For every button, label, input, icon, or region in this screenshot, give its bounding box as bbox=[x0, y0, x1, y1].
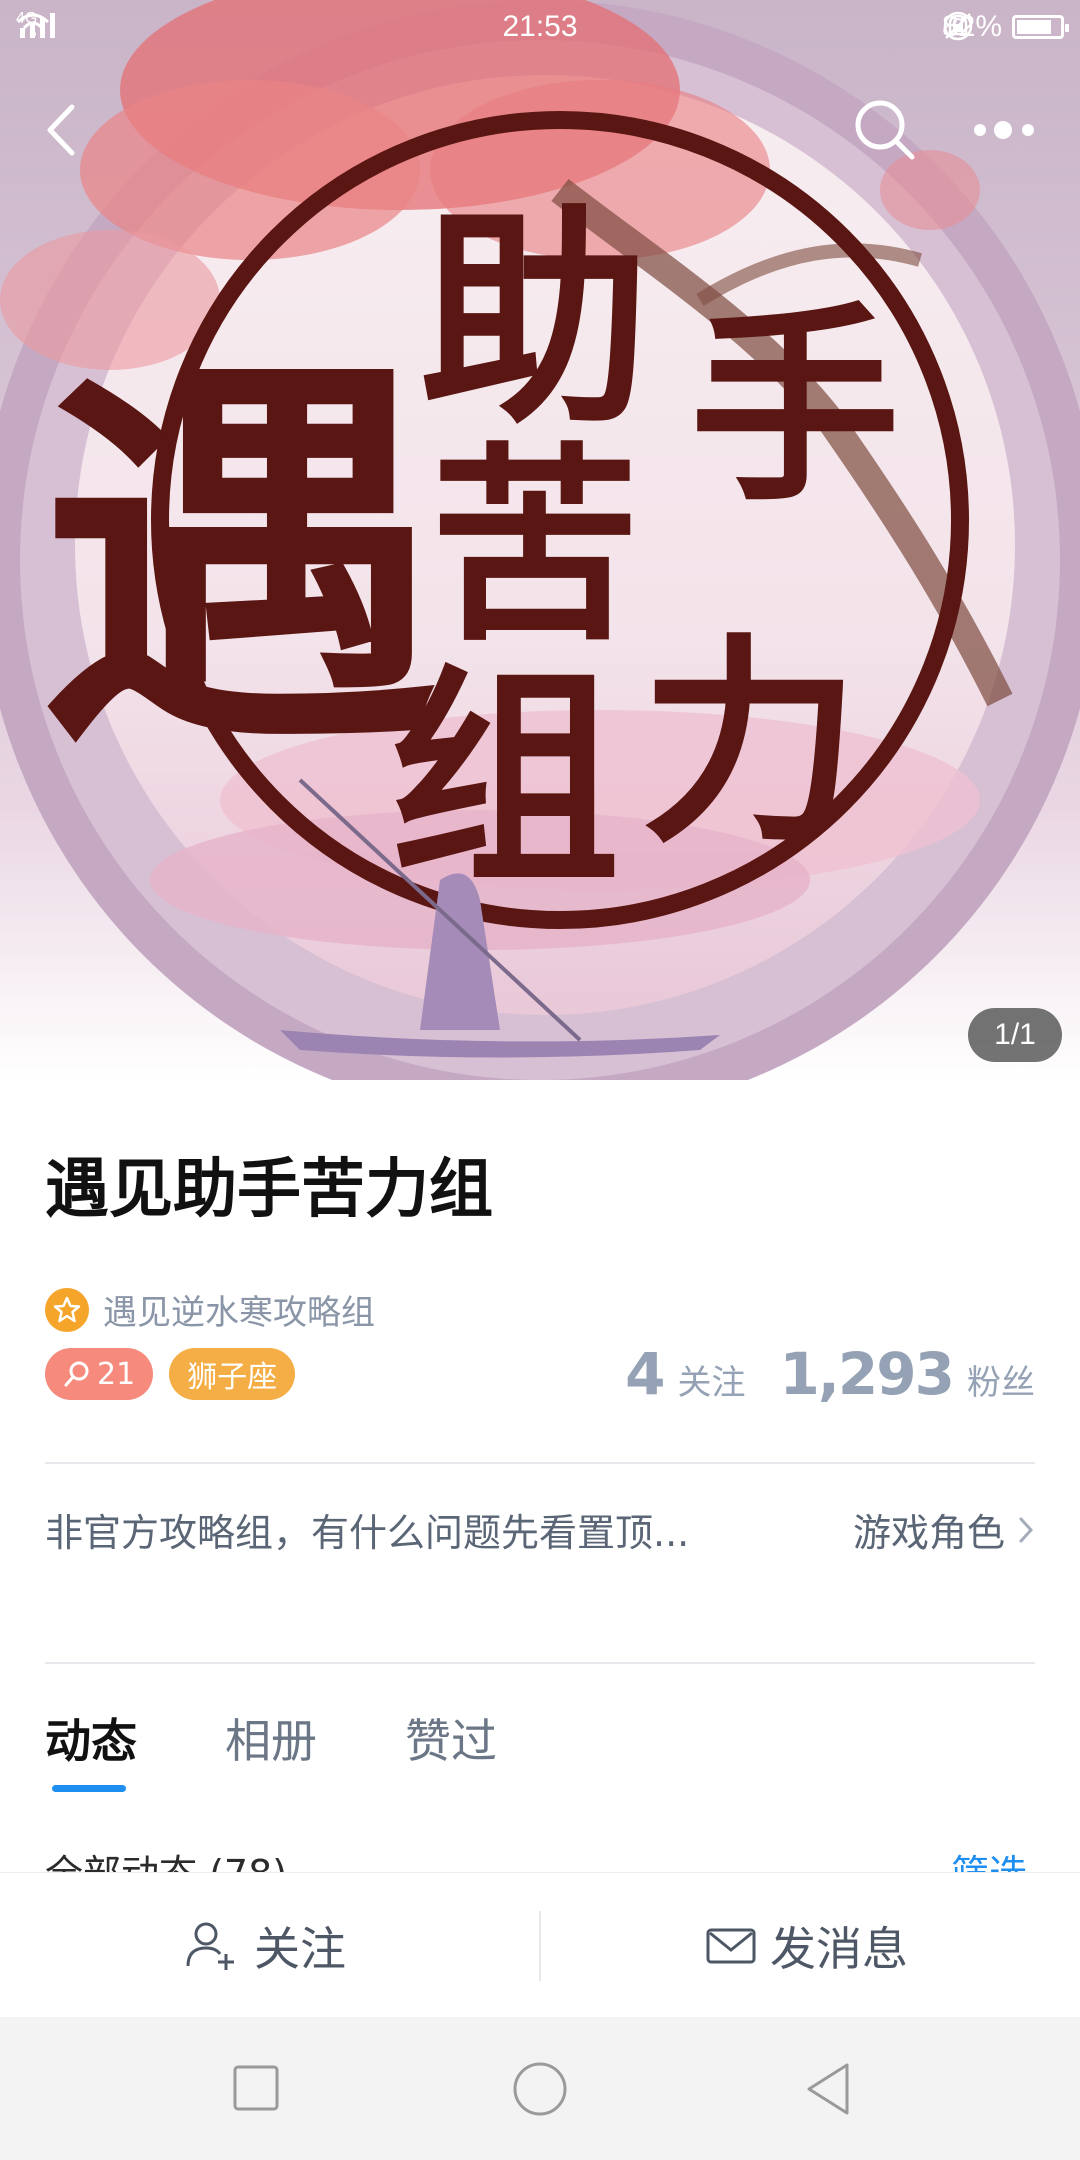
follow-button[interactable]: 关注 bbox=[184, 1873, 346, 2018]
recent-apps-button[interactable] bbox=[220, 2059, 290, 2119]
mail-icon bbox=[706, 1928, 756, 1963]
organization-row[interactable]: 遇见逆水寒攻略组 bbox=[45, 1285, 375, 1334]
game-role-label: 游戏角色 bbox=[852, 1511, 1005, 1555]
add-user-icon bbox=[186, 1922, 234, 1970]
tab-liked[interactable]: 赞过 bbox=[405, 1705, 497, 1771]
search-icon bbox=[855, 100, 915, 160]
fans-label[interactable]: 粉丝 bbox=[967, 1355, 1035, 1404]
level-icon bbox=[64, 1361, 89, 1387]
svg-text:遇: 遇 bbox=[40, 330, 440, 795]
bio-row[interactable]: 非官方攻略组，有什么问题先看置顶... 游戏角色 bbox=[45, 1502, 1035, 1562]
image-counter: 1/1 bbox=[968, 1008, 1062, 1062]
system-nav-bar bbox=[0, 2017, 1080, 2160]
svg-text:力: 力 bbox=[640, 616, 860, 872]
triangle-back-icon bbox=[807, 2063, 849, 2115]
profile-tags: 21 狮子座 bbox=[45, 1348, 296, 1400]
status-bar: 4G 21:53 82% bbox=[0, 0, 1080, 56]
system-status: 82% bbox=[942, 10, 1069, 44]
circle-icon bbox=[513, 2062, 567, 2116]
bottom-action-bar: 关注 发消息 bbox=[0, 1872, 1080, 2018]
feed-header: 全部动态 (78) 筛选 bbox=[45, 1848, 1035, 1872]
filter-button[interactable]: 筛选 bbox=[951, 1848, 1027, 1872]
divider bbox=[45, 1462, 1035, 1464]
action-separator bbox=[539, 1911, 541, 1981]
battery-level bbox=[1017, 20, 1052, 34]
send-message-button[interactable]: 发消息 bbox=[706, 1873, 908, 2018]
follow-label: 关注 bbox=[254, 1921, 346, 1976]
star-badge-icon bbox=[45, 1287, 89, 1332]
home-button[interactable] bbox=[505, 2059, 575, 2119]
tab-posts[interactable]: 动态 bbox=[45, 1705, 137, 1771]
cover-image[interactable]: 遇 助 苦 手 组 力 4G 21:53 82% 1/1 bbox=[0, 0, 1080, 1080]
game-role-link[interactable]: 游戏角色 bbox=[853, 1502, 1035, 1557]
following-count[interactable]: 4 bbox=[625, 1340, 665, 1408]
active-tab-indicator bbox=[52, 1785, 126, 1792]
rotation-lock-icon bbox=[943, 11, 973, 41]
level-value: 21 bbox=[97, 1356, 136, 1392]
zodiac-value: 狮子座 bbox=[187, 1360, 278, 1395]
level-tag: 21 bbox=[45, 1348, 154, 1400]
back-nav-button[interactable] bbox=[795, 2059, 865, 2119]
fans-count[interactable]: 1,293 bbox=[780, 1340, 955, 1408]
back-button[interactable] bbox=[40, 95, 100, 165]
svg-text:苦: 苦 bbox=[430, 425, 640, 670]
profile-name: 遇见助手苦力组 bbox=[45, 1153, 493, 1227]
profile-stats: 4 关注 1,293 粉丝 bbox=[625, 1340, 1035, 1408]
search-button[interactable] bbox=[850, 95, 920, 165]
bio-text: 非官方攻略组，有什么问题先看置顶... bbox=[45, 1511, 690, 1555]
zodiac-tag: 狮子座 bbox=[169, 1348, 296, 1400]
profile-tabs: 动态 相册 赞过 bbox=[45, 1705, 497, 1771]
svg-text:组: 组 bbox=[390, 648, 620, 915]
tab-album[interactable]: 相册 bbox=[225, 1705, 317, 1771]
status-time: 21:53 bbox=[502, 10, 578, 43]
divider bbox=[45, 1662, 1035, 1664]
chevron-left-icon bbox=[47, 104, 75, 156]
svg-text:手: 手 bbox=[690, 285, 900, 530]
top-action-bar bbox=[0, 95, 1080, 165]
following-label[interactable]: 关注 bbox=[678, 1355, 746, 1404]
battery-icon bbox=[1012, 15, 1069, 39]
chevron-right-icon bbox=[1019, 1517, 1034, 1542]
organization-name: 遇见逆水寒攻略组 bbox=[103, 1293, 375, 1333]
more-dots-icon bbox=[974, 121, 1034, 139]
message-label: 发消息 bbox=[770, 1921, 908, 1976]
feed-title: 全部动态 (78) bbox=[45, 1848, 287, 1872]
svg-text:助: 助 bbox=[420, 188, 650, 455]
more-button[interactable] bbox=[970, 105, 1040, 155]
square-icon bbox=[233, 2065, 279, 2111]
